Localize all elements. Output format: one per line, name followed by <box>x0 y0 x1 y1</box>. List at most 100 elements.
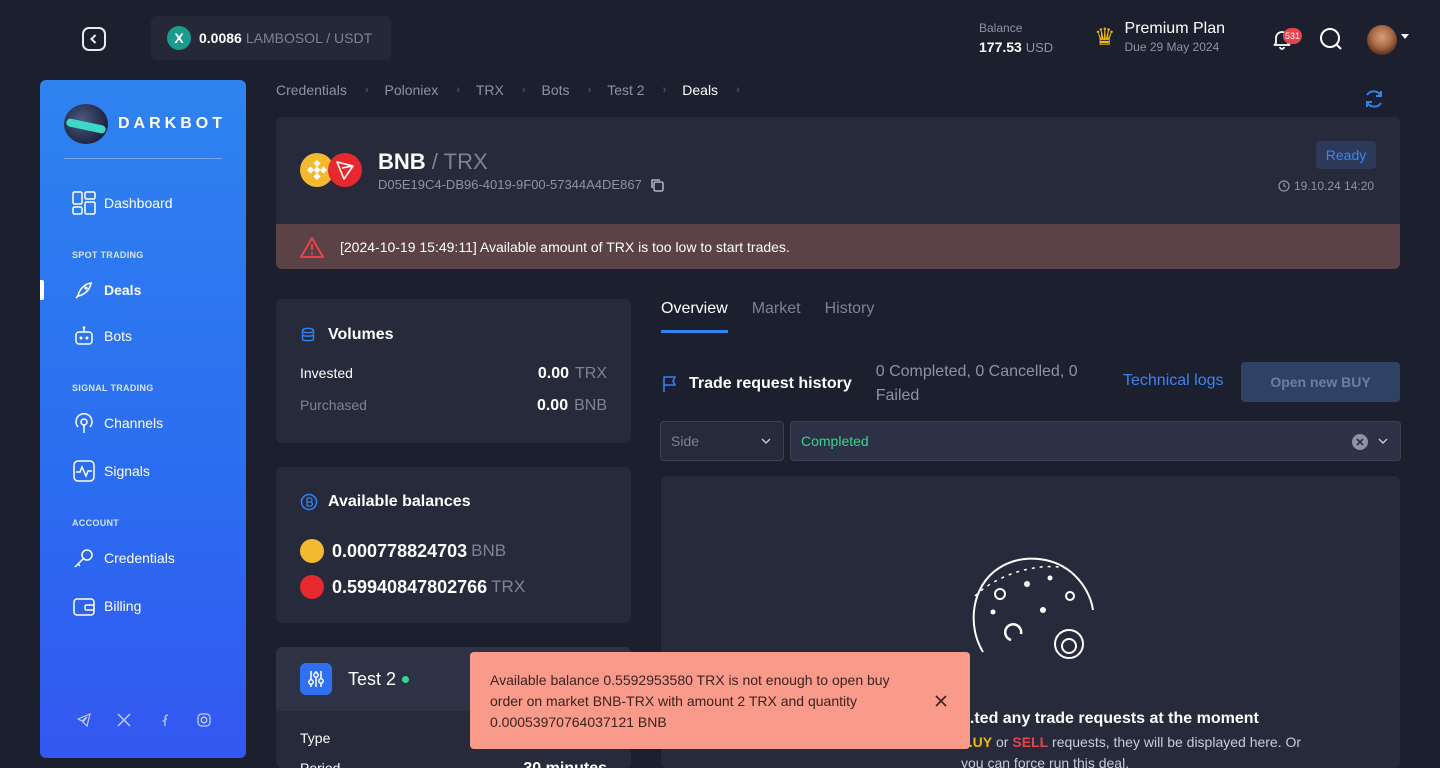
key-icon <box>72 546 96 570</box>
bot-name: Test 2 <box>348 668 397 689</box>
chevron-right-icon: › <box>364 84 369 96</box>
sidebar-item-label: Billing <box>104 598 142 614</box>
x-twitter-icon[interactable] <box>116 712 132 728</box>
sidebar-item-channels[interactable]: Channels <box>72 411 163 435</box>
sidebar-item-bots[interactable]: Bots <box>72 324 132 348</box>
breadcrumb-item[interactable]: Test 2 › <box>607 82 682 98</box>
flag-icon <box>663 376 676 392</box>
breadcrumb-item[interactable]: Credentials › <box>276 82 385 98</box>
rocket-icon <box>72 278 96 302</box>
chevron-down-icon <box>761 438 771 444</box>
tab-overview[interactable]: Overview <box>661 300 728 333</box>
pulse-icon <box>72 459 96 483</box>
sidebar-item-dashboard[interactable]: Dashboard <box>72 191 173 215</box>
online-indicator <box>402 675 410 683</box>
side-select[interactable]: Side <box>660 421 784 461</box>
coins-icon <box>300 493 318 511</box>
plan-name: Premium Plan <box>1124 20 1225 37</box>
volume-row-invested: Invested 0.00 TRX <box>300 365 607 382</box>
deal-date: 19.10.24 14:20 <box>1278 179 1374 193</box>
telegram-icon[interactable] <box>76 712 92 728</box>
trade-request-stats: 0 Completed, 0 Cancelled, 0 Failed <box>875 363 1078 404</box>
balance-row-trx: 0.59940847802766 TRX <box>300 575 525 599</box>
deal-tabs: Overview Market History <box>661 300 874 333</box>
coin-icon: X <box>167 26 191 50</box>
technical-logs-link[interactable]: Technical logs <box>1123 372 1224 390</box>
balance-value: 177.53 USD <box>979 39 1054 55</box>
logo-text: DARKBOT <box>118 115 226 132</box>
sidebar-item-label: Dashboard <box>104 195 173 211</box>
sidebar-item-label: Bots <box>104 328 133 344</box>
volumes-card: Volumes Invested 0.00 TRX Purchased 0.00 B… <box>276 299 631 443</box>
chevron-right-icon: › <box>521 84 526 96</box>
breadcrumb-item[interactable]: TRX › <box>476 82 542 98</box>
active-indicator <box>40 280 44 300</box>
robot-icon <box>72 324 96 348</box>
broadcast-icon <box>72 411 96 435</box>
wallet-icon <box>72 594 96 618</box>
dashboard-icon <box>72 191 96 215</box>
instagram-icon[interactable] <box>196 712 212 728</box>
sidebar: DARKBOT Dashboard SPOT TRADING Deals Bot… <box>40 80 246 758</box>
sidebar-item-credentials[interactable]: Credentials <box>72 546 175 570</box>
sidebar-item-deals[interactable]: Deals <box>72 278 141 302</box>
plan-due: Due 29 May 2024 <box>1124 40 1220 54</box>
ticker-widget[interactable]: X 0.0086 LAMBOSOL / USDT <box>151 16 391 60</box>
sidebar-item-label: Deals <box>104 282 142 298</box>
warning-text: [2024-10-19 15:49:11] Available amount o… <box>340 238 790 255</box>
empty-state-text: ...UY or SELL requests, they will be dis… <box>961 734 1302 768</box>
ticker-pair: LAMBOSOL / USDT <box>245 30 373 46</box>
empty-state-title: ...ted any trade requests at the moment <box>961 710 1259 727</box>
tab-market[interactable]: Market <box>752 300 801 333</box>
deal-pair-title: BNB / TRX <box>378 149 488 174</box>
section-signal-trading: SIGNAL TRADING <box>72 383 154 393</box>
sidebar-item-label: Credentials <box>104 550 175 566</box>
clock-icon <box>1278 180 1290 192</box>
bot-row-period: Period 30 minutes <box>300 760 607 768</box>
sidebar-item-signals[interactable]: Signals <box>72 459 150 483</box>
breadcrumb-item[interactable]: Poloniex › <box>385 82 476 98</box>
logo[interactable]: DARKBOT <box>64 104 226 144</box>
status-badge: Ready <box>1316 141 1376 169</box>
breadcrumb: Credentials › Poloniex › TRX › Bots › Test 2… <box>276 82 756 98</box>
trade-request-title: Trade request history <box>689 375 852 392</box>
sidebar-item-label: Signals <box>104 463 150 479</box>
deal-header: BNB / TRX D05E19C4-DB96-4019-9F00-57344A… <box>276 117 1400 224</box>
social-links <box>76 712 212 728</box>
avatar[interactable] <box>1367 25 1397 55</box>
balance-label: Balance <box>979 21 1023 35</box>
available-balances-card: Available balances 0.000778824703 BNB 0.5… <box>276 467 631 623</box>
pair-icons <box>300 153 362 189</box>
close-icon[interactable] <box>934 694 948 708</box>
ticker-price: 0.0086 <box>199 30 242 46</box>
tab-history[interactable]: History <box>825 300 875 333</box>
crown-icon: ♛ <box>1094 23 1116 51</box>
chevron-right-icon: › <box>587 84 592 96</box>
sidebar-item-billing[interactable]: Billing <box>72 594 141 618</box>
balance-widget: Balance 177.53 USD <box>979 21 1053 55</box>
breadcrumb-current: Deals › <box>682 82 740 98</box>
chevron-right-icon: › <box>736 84 740 96</box>
chevron-left-icon <box>90 34 97 44</box>
logo-icon <box>64 104 108 144</box>
trx-icon <box>300 575 324 599</box>
database-icon <box>301 327 315 342</box>
copy-icon[interactable] <box>650 178 664 192</box>
back-button[interactable] <box>82 27 106 51</box>
volume-row-purchased: Purchased 0.00 BNB <box>300 397 607 414</box>
divider <box>64 158 222 159</box>
facebook-icon[interactable] <box>156 712 172 728</box>
chevron-right-icon: › <box>662 84 667 96</box>
section-account: ACCOUNT <box>72 518 120 528</box>
plan-widget[interactable]: ♛ Premium Plan Due 29 May 2024 <box>1094 20 1225 54</box>
clear-icon[interactable] <box>1352 434 1368 450</box>
trx-icon <box>328 153 362 187</box>
open-new-buy-button[interactable]: Open new BUY <box>1241 362 1400 402</box>
sidebar-item-label: Channels <box>104 415 164 431</box>
status-filter-select[interactable]: Completed <box>790 421 1401 461</box>
search-icon[interactable] <box>1319 27 1343 51</box>
breadcrumb-item[interactable]: Bots › <box>542 82 608 98</box>
refresh-icon[interactable] <box>1363 88 1385 110</box>
chevron-down-icon <box>1378 438 1388 444</box>
chevron-down-icon[interactable] <box>1401 34 1409 39</box>
